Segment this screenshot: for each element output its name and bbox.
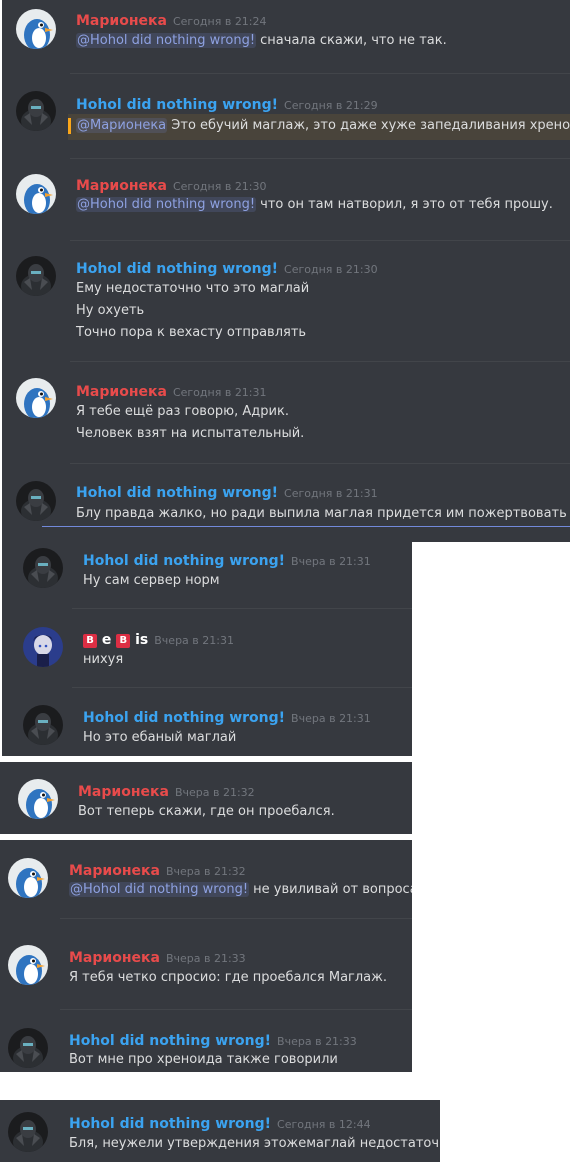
timestamp: Сегодня в 21:31 bbox=[284, 487, 378, 500]
message: Марионека Вчера в 21:32 Вот теперь скажи,… bbox=[0, 762, 412, 834]
chat-section-today: Марионека Сегодня в 21:24 @Hohol did noth… bbox=[2, 0, 570, 542]
message: Hohol did nothing wrong! Сегодня в 21:30 … bbox=[2, 241, 570, 361]
timestamp: Вчера в 21:31 bbox=[154, 634, 234, 647]
timestamp: Вчера в 21:32 bbox=[165, 865, 246, 878]
user-mention[interactable]: @Hohol did nothing wrong! bbox=[69, 882, 250, 897]
username[interactable]: Hohol did nothing wrong! bbox=[69, 1116, 271, 1132]
hohol-avatar[interactable] bbox=[16, 481, 56, 521]
blue-penguin-avatar-icon bbox=[16, 378, 56, 418]
message: B e B is Вчера в 21:31 нихуя bbox=[2, 609, 412, 687]
blue-penguin-avatar-icon bbox=[16, 9, 56, 49]
timestamp: Вчера в 21:31 bbox=[291, 555, 371, 568]
message-content: @Hohol did nothing wrong! сначала скажи,… bbox=[76, 33, 447, 48]
username[interactable]: Hohol did nothing wrong! bbox=[83, 553, 285, 569]
username[interactable]: Hohol did nothing wrong! bbox=[83, 710, 285, 726]
username[interactable]: Марионека bbox=[78, 784, 169, 800]
message: Hohol did nothing wrong! Сегодня в 12:44 … bbox=[0, 1100, 440, 1162]
hohol-avatar[interactable] bbox=[16, 91, 56, 131]
message-line: Но это ебаный маглай bbox=[83, 730, 237, 745]
user-mention[interactable]: @Hohol did nothing wrong! bbox=[76, 33, 257, 48]
message-content: @Hohol did nothing wrong! что он там нат… bbox=[76, 197, 553, 212]
message-line: нихуя bbox=[83, 652, 124, 667]
timestamp: Сегодня в 21:31 bbox=[172, 386, 267, 399]
dark-armored-figure-avatar-icon bbox=[8, 1112, 48, 1152]
blue-penguin-avatar-icon bbox=[8, 945, 48, 985]
timestamp: Сегодня в 21:30 bbox=[172, 180, 267, 193]
marioneka-avatar[interactable] bbox=[16, 9, 56, 49]
message-content: @Марионека Это ебучий маглаж, это даже х… bbox=[76, 118, 570, 133]
new-messages-divider bbox=[42, 526, 570, 527]
message-line: Ну сам сервер норм bbox=[83, 573, 220, 588]
dark-armored-figure-avatar-icon bbox=[23, 548, 63, 588]
username[interactable]: Марионека bbox=[69, 863, 160, 879]
username-bebis[interactable]: B e B is bbox=[83, 632, 148, 648]
message: Hohol did nothing wrong! Вчера в 21:31 Но… bbox=[2, 688, 412, 756]
timestamp: Сегодня в 21:29 bbox=[284, 99, 378, 112]
message: Hohol did nothing wrong! Вчера в 21:33 Во… bbox=[0, 1010, 412, 1072]
username[interactable]: Марионека bbox=[76, 13, 167, 29]
hohol-avatar[interactable] bbox=[16, 256, 56, 296]
marioneka-avatar[interactable] bbox=[16, 378, 56, 418]
message-line: Точно пора к вехасту отправлять bbox=[76, 325, 307, 340]
message: Марионека Вчера в 21:32 @Hohol did nothin… bbox=[0, 840, 412, 918]
message-line: Я тебя четко спросио: где проебался Магл… bbox=[69, 970, 387, 985]
bebis-avatar[interactable] bbox=[23, 627, 63, 667]
timestamp: Вчера в 21:32 bbox=[174, 786, 255, 799]
message: Марионека Сегодня в 21:31 Я тебе ещё раз … bbox=[2, 362, 570, 462]
dark-armored-figure-avatar-icon bbox=[16, 91, 56, 131]
chat-section-yesterday-3: Марионека Вчера в 21:32 @Hohol did nothin… bbox=[0, 840, 412, 1072]
message-line: Бля, неужели утверждения этожемаглай нед… bbox=[69, 1136, 440, 1151]
hohol-avatar[interactable] bbox=[23, 705, 63, 745]
message: Hohol did nothing wrong! Вчера в 21:31 Ну… bbox=[2, 542, 412, 608]
hohol-avatar[interactable] bbox=[23, 548, 63, 588]
message: Марионека Вчера в 21:33 Я тебя четко спро… bbox=[0, 919, 412, 1009]
username[interactable]: Hohol did nothing wrong! bbox=[76, 261, 278, 277]
username[interactable]: Hohol did nothing wrong! bbox=[76, 485, 278, 501]
blue-penguin-avatar-icon bbox=[8, 858, 48, 898]
chat-section-yesterday-2: Марионека Вчера в 21:32 Вот теперь скажи,… bbox=[0, 762, 412, 834]
timestamp: Сегодня в 21:30 bbox=[284, 263, 378, 276]
dark-armored-figure-avatar-icon bbox=[23, 705, 63, 745]
message: Марионека Сегодня в 21:24 @Hohol did noth… bbox=[2, 0, 570, 72]
marioneka-avatar[interactable] bbox=[16, 174, 56, 214]
timestamp: Сегодня в 21:24 bbox=[172, 15, 267, 28]
message: Марионека Сегодня в 21:30 @Hohol did noth… bbox=[2, 159, 570, 239]
message-line: Ему недостаточно что это маглай bbox=[76, 281, 310, 296]
hohol-avatar[interactable] bbox=[8, 1112, 48, 1152]
message-line: Человек взят на испытательный. bbox=[76, 426, 305, 441]
anime-character-avatar-icon bbox=[23, 627, 63, 667]
user-mention[interactable]: @Марионека bbox=[76, 118, 168, 133]
message: Hohol did nothing wrong! Сегодня в 21:31 … bbox=[2, 464, 570, 542]
dark-armored-figure-avatar-icon bbox=[16, 481, 56, 521]
hohol-avatar[interactable] bbox=[8, 1028, 48, 1068]
timestamp: Сегодня в 12:44 bbox=[277, 1118, 371, 1131]
timestamp: Вчера в 21:31 bbox=[291, 712, 371, 725]
username[interactable]: Марионека bbox=[69, 950, 160, 966]
username[interactable]: Марионека bbox=[76, 178, 167, 194]
user-mention[interactable]: @Hohol did nothing wrong! bbox=[76, 197, 257, 212]
message-line: Блу правда жалко, но ради выпила маглая … bbox=[76, 506, 567, 521]
marioneka-avatar[interactable] bbox=[18, 779, 58, 819]
blue-penguin-avatar-icon bbox=[18, 779, 58, 819]
message-line: Вот теперь скажи, где он проебался. bbox=[78, 804, 335, 819]
dark-armored-figure-avatar-icon bbox=[8, 1028, 48, 1068]
chat-section-latest: Hohol did nothing wrong! Сегодня в 12:44 … bbox=[0, 1100, 440, 1162]
message-line: Я тебе ещё раз говорю, Адрик. bbox=[76, 404, 289, 419]
message-line: Вот мне про хреноида также говорили bbox=[69, 1052, 338, 1067]
mention-highlight-bar bbox=[68, 118, 71, 134]
marioneka-avatar[interactable] bbox=[8, 858, 48, 898]
username[interactable]: Марионека bbox=[76, 384, 167, 400]
message: Hohol did nothing wrong! Сегодня в 21:29 … bbox=[2, 74, 570, 158]
timestamp: Вчера в 21:33 bbox=[277, 1035, 357, 1048]
dark-armored-figure-avatar-icon bbox=[16, 256, 56, 296]
timestamp: Вчера в 21:33 bbox=[165, 952, 246, 965]
message-line: Ну охуеть bbox=[76, 303, 145, 318]
chat-section-yesterday-1: Hohol did nothing wrong! Вчера в 21:31 Ну… bbox=[2, 542, 412, 756]
blue-penguin-avatar-icon bbox=[16, 174, 56, 214]
marioneka-avatar[interactable] bbox=[8, 945, 48, 985]
message-content: @Hohol did nothing wrong! не увиливай от… bbox=[69, 882, 412, 897]
username[interactable]: Hohol did nothing wrong! bbox=[69, 1033, 271, 1049]
username[interactable]: Hohol did nothing wrong! bbox=[76, 97, 278, 113]
